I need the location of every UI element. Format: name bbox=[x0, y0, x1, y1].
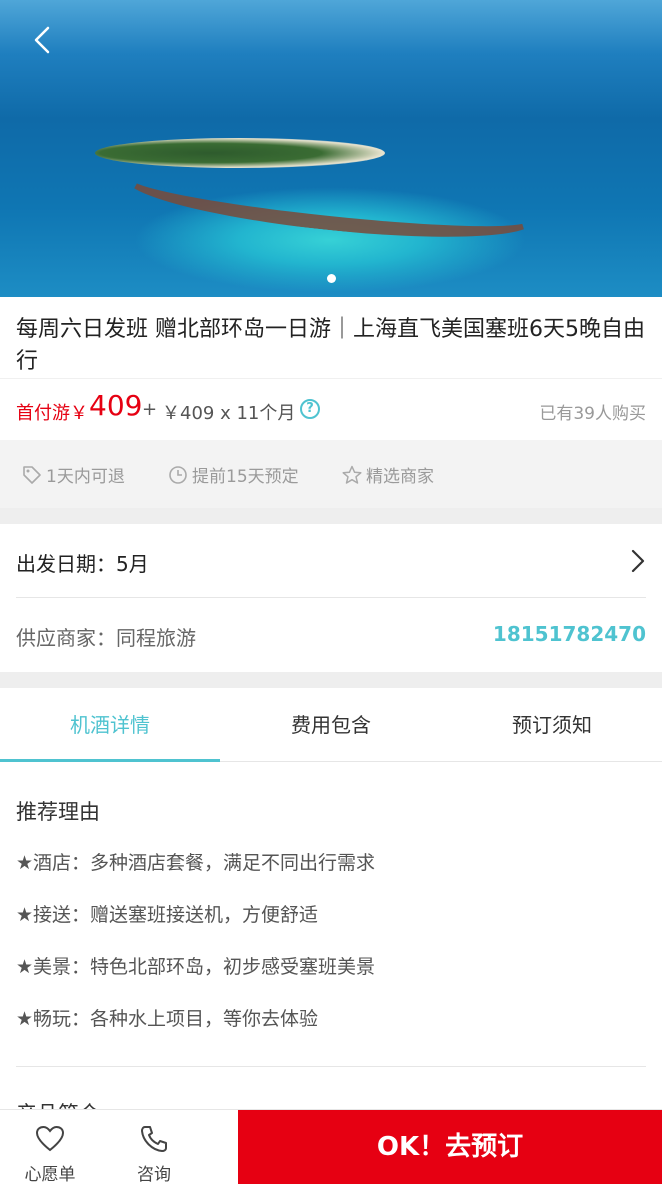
consult-label: 咨询 bbox=[137, 1165, 171, 1184]
first-pay-amount: 409 bbox=[89, 389, 143, 422]
first-pay-label: 首付游￥ bbox=[16, 403, 88, 424]
tab-booking-notes[interactable]: 预订须知 bbox=[442, 688, 662, 762]
recommend-heading: 推荐理由 bbox=[16, 800, 100, 824]
tab-flight-hotel[interactable]: 机酒详情 bbox=[0, 688, 220, 762]
recommend-item: ★畅玩：各种水上项目，等你去体验 bbox=[16, 1008, 319, 1030]
chevron-left-icon[interactable] bbox=[30, 26, 54, 54]
chevron-right-icon bbox=[631, 549, 645, 573]
tag-icon bbox=[23, 465, 41, 484]
book-now-button[interactable]: OK！去预订 bbox=[238, 1110, 662, 1184]
question-circle-icon[interactable]: ? bbox=[300, 399, 320, 419]
content-divider bbox=[16, 1066, 646, 1067]
recommend-item: ★酒店：多种酒店套餐，满足不同出行需求 bbox=[16, 852, 376, 874]
phone-icon bbox=[141, 1126, 167, 1152]
section-separator bbox=[0, 508, 662, 524]
heart-icon bbox=[35, 1125, 65, 1152]
merchant-row: 供应商家：同程旅游 18151782470 bbox=[16, 598, 646, 672]
wishlist-label: 心愿单 bbox=[24, 1165, 76, 1184]
departure-date-label: 出发日期：5月 bbox=[16, 552, 149, 576]
recommend-item: ★美景：特色北部环岛，初步感受塞班美景 bbox=[16, 956, 376, 978]
hero-banner[interactable] bbox=[0, 0, 662, 297]
sold-count: 已有39人购买 bbox=[539, 404, 646, 424]
departure-date-row[interactable]: 出发日期：5月 bbox=[16, 524, 646, 598]
price-plus: + bbox=[142, 399, 158, 420]
merchant-phone-link[interactable]: 18151782470 bbox=[493, 622, 646, 646]
price-row: 首付游￥ 409 + ￥409 x 11个月 ? 已有39人购买 bbox=[0, 378, 662, 438]
clock-icon bbox=[169, 465, 187, 484]
section-separator bbox=[0, 672, 662, 688]
detail-tabs: 机酒详情 费用包含 预订须知 bbox=[0, 688, 662, 762]
service-tags: 1天内可退 提前15天预定 精选商家 bbox=[0, 440, 662, 508]
monthly-installment: ￥409 x 11个月 bbox=[162, 403, 296, 424]
tag-label: 1天内可退 bbox=[46, 467, 125, 487]
consult-button[interactable]: 咨询 bbox=[104, 1110, 204, 1184]
recommend-item: ★接送：赠送塞班接送机，方便舒适 bbox=[16, 904, 319, 926]
star-icon bbox=[342, 465, 362, 484]
tag-refund: 1天内可退 bbox=[22, 462, 125, 487]
tab-fee-includes[interactable]: 费用包含 bbox=[221, 688, 441, 762]
wishlist-button[interactable]: 心愿单 bbox=[0, 1110, 100, 1184]
tag-label: 提前15天预定 bbox=[192, 467, 299, 487]
tag-label: 精选商家 bbox=[366, 467, 434, 487]
product-title: 每周六日发班 赠北部环岛一日游｜上海直飞美国塞班6天5晚自由行 bbox=[16, 317, 645, 374]
merchant-label: 供应商家：同程旅游 bbox=[16, 626, 196, 650]
carousel-indicator-dot[interactable] bbox=[327, 274, 336, 283]
tag-selected-merchant: 精选商家 bbox=[342, 462, 434, 487]
tag-advance-booking: 提前15天预定 bbox=[168, 462, 299, 487]
bottom-action-bar: 心愿单 咨询 OK！去预订 bbox=[0, 1109, 662, 1184]
